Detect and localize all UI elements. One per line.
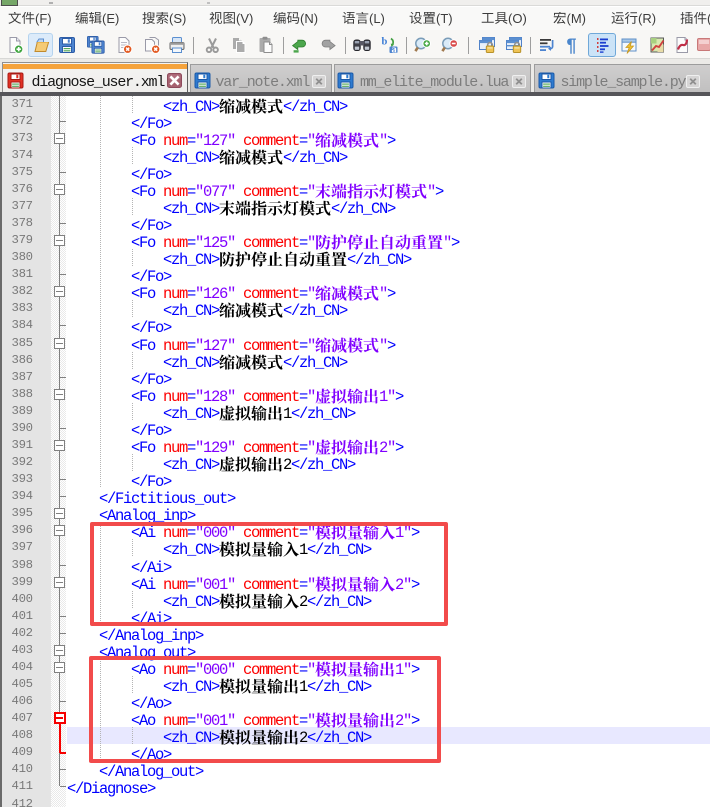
svg-text:b: b: [382, 37, 388, 48]
svg-text:a: a: [392, 44, 398, 54]
svg-text:¶: ¶: [567, 36, 577, 54]
